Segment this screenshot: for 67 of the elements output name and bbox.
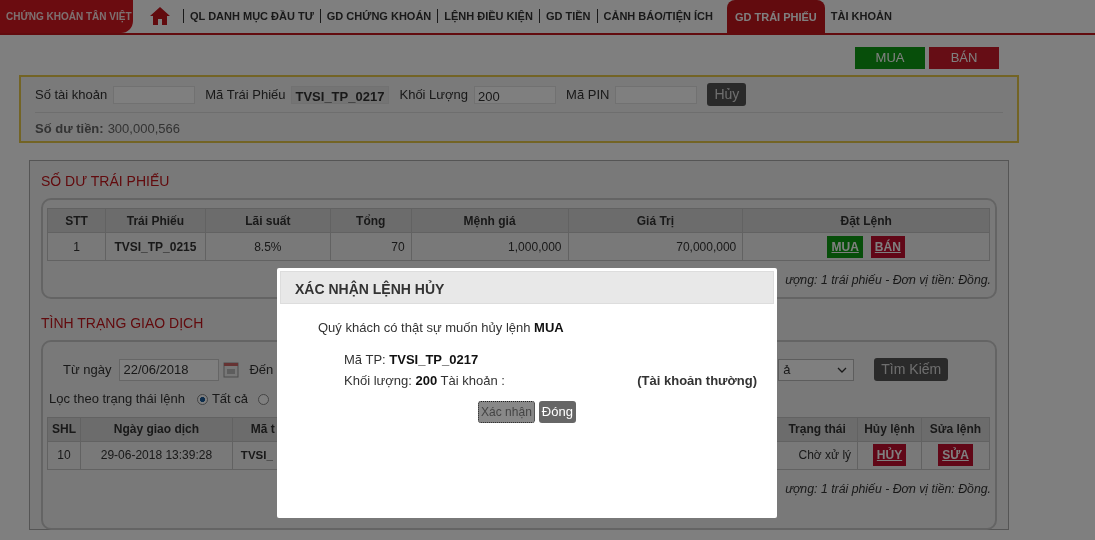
- home-icon[interactable]: [149, 6, 171, 26]
- close-button[interactable]: Đóng: [538, 400, 576, 423]
- column-header: Mệnh giá: [411, 208, 568, 233]
- column-header: Hủy lệnh: [857, 417, 922, 442]
- column-header: Ngày giao dịch: [80, 417, 233, 442]
- field-label: Khối Lượng: [399, 85, 469, 104]
- dialog-text: Mã TP: TVSI_TP_0217: [344, 350, 480, 369]
- column-header: Trái Phiếu: [105, 208, 206, 233]
- sell-button[interactable]: BÁN: [929, 47, 999, 69]
- table-cell: Chờ xử lý: [776, 441, 858, 470]
- table-cell: 1: [47, 232, 106, 261]
- buy-button[interactable]: MUA: [855, 47, 925, 69]
- status-select[interactable]: ả: [778, 358, 855, 381]
- date-field[interactable]: 22/06/2018: [119, 358, 220, 381]
- account-type: (Tài khoản thường): [637, 372, 757, 390]
- dialog-text: Khối lượng: 200 Tài khoản :: [344, 372, 505, 390]
- edit-order-button[interactable]: SỬA: [938, 444, 973, 467]
- search-button[interactable]: Tìm Kiếm: [874, 358, 949, 382]
- input-field[interactable]: TVSI_TP_0217: [291, 85, 390, 104]
- cancel-button[interactable]: Hủy: [707, 83, 747, 106]
- table-cell: TVSI_TP_0215: [105, 232, 206, 261]
- table-cell: 10: [47, 441, 81, 470]
- nav-tab[interactable]: GD CHỨNG KHOÁN: [319, 9, 438, 23]
- sell-button[interactable]: BÁN: [870, 235, 905, 258]
- column-header: SHL: [47, 417, 81, 442]
- confirm-button[interactable]: Xác nhận: [478, 400, 535, 423]
- table-cell: 8.5%: [205, 232, 331, 261]
- brand-logo: CHỨNG KHOÁN TÂN VIỆT: [0, 0, 133, 33]
- nav-tab[interactable]: TÀI KHOẢN: [824, 9, 898, 23]
- filter-label: Lọc theo trạng thái lệnh: [49, 390, 185, 409]
- calendar-icon[interactable]: [223, 361, 240, 378]
- note-text: ượng: 1 trái phiếu - Đơn vị tiền: Đồng.: [785, 481, 991, 496]
- note-text: ượng: 1 trái phiếu - Đơn vị tiền: Đồng.: [785, 273, 991, 287]
- nav-tab[interactable]: GD TRÁI PHIẾU: [726, 0, 825, 35]
- radio-button[interactable]: [258, 393, 269, 405]
- radio-label: Tất cả: [211, 390, 248, 409]
- field-label: Mã Trái Phiếu: [205, 85, 286, 104]
- balance-value: 300,000,566: [107, 120, 180, 138]
- field-label: Từ ngày: [63, 361, 112, 380]
- table-cell: 70: [330, 232, 412, 261]
- balance-label: Số dư tiền:: [35, 120, 104, 138]
- buy-button[interactable]: MUA: [827, 235, 863, 258]
- nav-tab[interactable]: CẢNH BÁO/TIỆN ÍCH: [596, 9, 719, 23]
- nav-tab[interactable]: QL DANH MỤC ĐẦU TƯ: [183, 9, 320, 23]
- column-header: Sửa lệnh: [921, 417, 990, 442]
- section-title: TÌNH TRẠNG GIAO DỊCH: [41, 314, 204, 334]
- field-label: Mã PIN: [566, 85, 610, 104]
- column-header: Giá Trị: [568, 208, 743, 233]
- input-field[interactable]: 200: [474, 85, 557, 104]
- nav-tab[interactable]: LỆNH ĐIỀU KIỆN: [437, 9, 539, 23]
- table-cell: 29-06-2018 13:39:28: [80, 441, 233, 470]
- table-cell: 1,000,000: [411, 232, 568, 261]
- column-header: STT: [47, 208, 106, 233]
- dialog-title: XÁC NHẬN LỆNH HỦY: [280, 271, 774, 304]
- table-cell: 70,000,000: [568, 232, 743, 261]
- column-header: Tổng: [330, 208, 412, 233]
- field-label: Số tài khoản: [35, 85, 108, 104]
- column-header: Trạng thái: [776, 417, 858, 442]
- nav-tab[interactable]: GD TIỀN: [538, 9, 597, 23]
- caret-icon: [837, 366, 848, 373]
- radio-button[interactable]: [196, 393, 208, 405]
- dialog-message: Quý khách có thật sự muốn hủy lệnh MUA: [318, 319, 565, 337]
- field-label: Đến: [249, 361, 274, 380]
- column-header: Đặt Lệnh: [742, 208, 990, 233]
- cancel-order-button[interactable]: HỦY: [872, 444, 907, 467]
- section-title: SỐ DƯ TRÁI PHIẾU: [41, 171, 170, 191]
- column-header: Lãi suất: [205, 208, 331, 233]
